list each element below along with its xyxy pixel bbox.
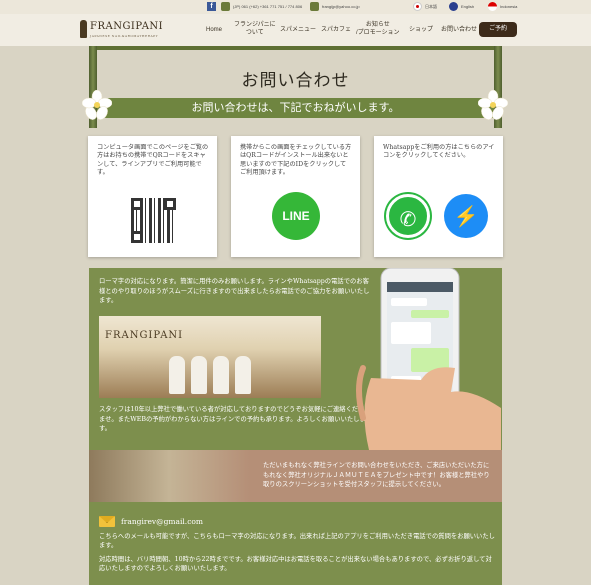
indonesia-flag-icon[interactable] [488,2,497,11]
email-section: frangirev@gmail.com こちらへのメールも可能ですが、こちらもロ… [89,502,502,585]
line-card: 携帯からこの画面をチェックしている方はQRコードがインストール出来ないと思います… [231,136,360,257]
banner-frame-top [89,46,502,50]
phone-in-hand-illustration [356,268,501,450]
frangipani-flower-icon-right [478,90,508,120]
nav-spa-cafe[interactable]: スパカフェ [321,26,351,34]
phone-icon [221,2,230,11]
hours-note: 対応時間は、バリ時間朝、10時から22時までです。お客様対応中はお電話を取ること… [99,556,492,572]
nav-contact[interactable]: お問い合わせ [441,26,477,34]
facebook-icon[interactable]: f [207,2,216,11]
contact-info-section: ローマ字の対応になります。簡潔に用件のみお願いします。ラインやWhatsappの… [89,268,502,450]
reserve-button[interactable]: ご予約 [479,22,517,37]
language-indonesia[interactable]: Indonesia [500,4,517,9]
whatsapp-card: Whatsappをご利用の方はこちらのアイコンをクリックしてください。 ✆ ⚡ [374,136,503,257]
staff-figure [235,356,251,394]
promotion-text: ただいまもれなく弊社ラインでお問い合わせをいただき、ご来店いただいた方にもれなく… [263,462,490,488]
nav-news-promotion[interactable]: お知らせ /プロモーション [356,21,400,37]
nav-home[interactable]: Home [206,26,222,34]
language-japanese[interactable]: 日本語 [425,4,437,10]
nav-about[interactable]: フランジパニに ついて [234,21,276,37]
mail-icon [310,2,319,11]
email-note-1: こちらへのメールも可能ですが、こちらもローマ字の対応になります。出来れば上記のア… [99,533,495,549]
qr-corner-marker [131,198,143,210]
staff-info-text: スタッフは10年以上弊社で働いている者が対応しておりますのでどうぞお気軽にご連絡… [99,406,371,432]
contact-email-link[interactable]: frangirev@gmail.com [121,517,203,526]
line-card-text: 携帯からこの画面をチェックしている方はQRコードがインストール出来ないと思います… [240,144,352,177]
frangipani-logo-icon[interactable] [80,20,87,38]
nav-shop[interactable]: ショップ [409,26,433,34]
envelope-icon [99,516,115,527]
whatsapp-icon[interactable]: ✆ [386,194,430,238]
site-logo-subtitle: JAPANESE NAIL&AROMATHERAPY [90,34,159,38]
page-subtitle-banner: お問い合わせは、下記でおねがいします。 [97,98,494,118]
messenger-icon[interactable]: ⚡ [444,194,488,238]
qr-card-text: コンピュータ画面でこのページをご覧の方はお持ちの携帯でQRコードをスキャンして、… [97,144,209,177]
promotion-section: ただいまもれなく弊社ラインでお問い合わせをいただき、ご来店いただいた方にもれなく… [89,450,502,502]
top-contact-bar: f (JP) 061 (+62) +361 771 751 / 774 806 … [0,0,591,14]
qr-corner-marker [164,198,176,210]
japan-flag-icon[interactable] [413,2,422,11]
site-header: FRANGIPANI JAPANESE NAIL&AROMATHERAPY Ho… [0,14,591,46]
qr-corner-marker [131,231,143,243]
shop-staff-photo: FRANGIPANI [99,316,321,398]
language-english[interactable]: English [461,4,474,9]
email-note: こちらへのメールも可能ですが、こちらもローマ字の対応になります。出来れば上記のア… [99,532,495,573]
nav-spa-menu[interactable]: スパメニュー [280,26,316,34]
contact-info-text: ローマ字の対応になります。簡潔に用件のみお願いします。ラインやWhatsappの… [99,278,370,304]
page-title: お問い合わせ [241,71,350,91]
jamu-tea-photo [89,450,249,502]
line-qr-code[interactable] [131,198,176,243]
whatsapp-card-text: Whatsappをご利用の方はこちらのアイコンをクリックしてください。 [383,144,495,160]
qr-card: コンピュータ画面でこのページをご覧の方はお持ちの携帯でQRコードをスキャンして、… [88,136,217,257]
staff-figure [191,356,207,394]
staff-figure [169,356,185,394]
frangipani-flower-icon-left [82,90,112,120]
staff-figure [213,356,229,394]
shop-sign: FRANGIPANI [105,330,184,341]
line-app-button[interactable]: LINE [272,192,320,240]
uk-flag-icon[interactable] [449,2,458,11]
site-logo[interactable]: FRANGIPANI [90,21,163,32]
top-email-link[interactable]: frangijp@yahoo.co.jp [322,4,360,9]
phone-number: (JP) 061 (+62) +361 771 751 / 774 806 [233,4,303,9]
